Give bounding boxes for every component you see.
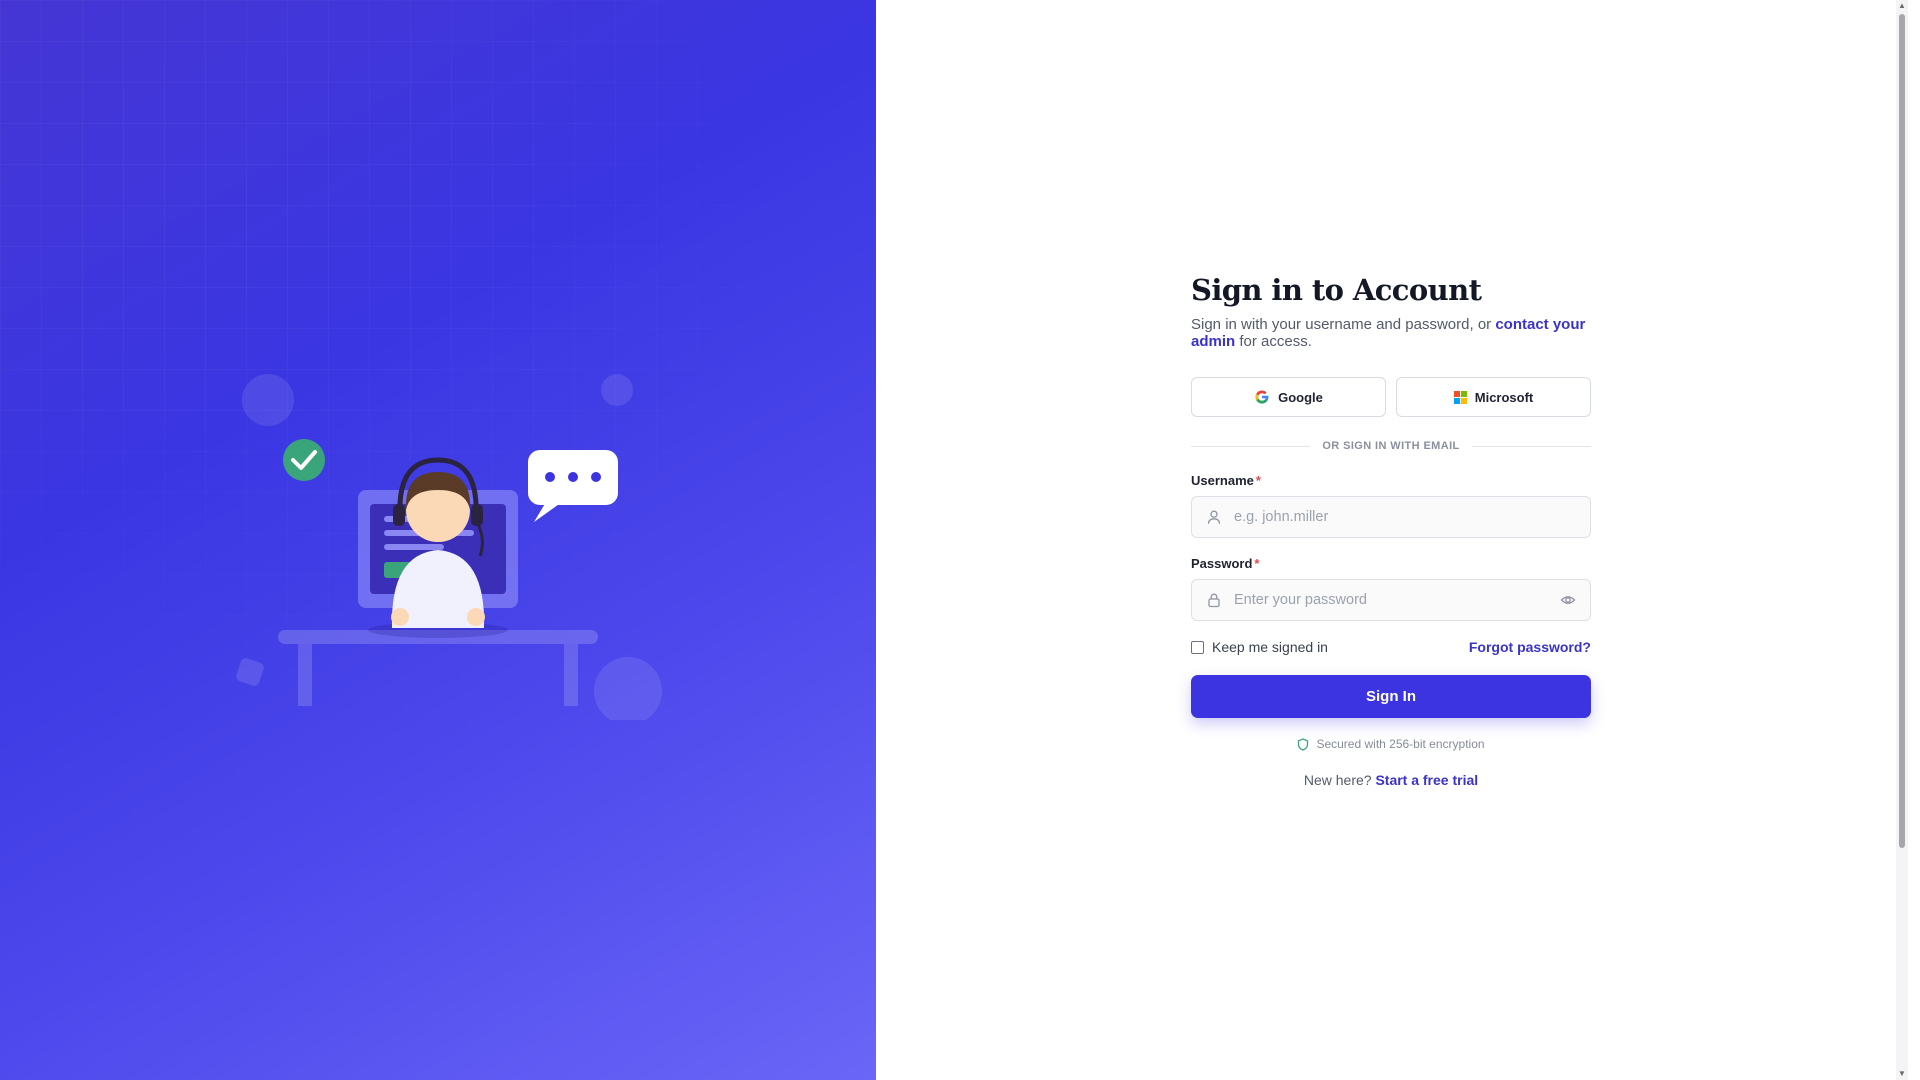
forgot-password-link[interactable]: Forgot password? bbox=[1469, 639, 1591, 655]
decor-circle bbox=[594, 657, 662, 720]
agent-hand-right bbox=[467, 608, 485, 626]
username-label-text: Username bbox=[1191, 473, 1254, 488]
username-label: Username * bbox=[1191, 473, 1591, 489]
password-field[interactable]: Enter your password bbox=[1191, 579, 1591, 621]
google-signin-button[interactable]: Google bbox=[1191, 377, 1386, 417]
password-label: Password * bbox=[1191, 556, 1591, 572]
microsoft-signin-button[interactable]: Microsoft bbox=[1396, 377, 1591, 417]
user-icon bbox=[1207, 510, 1221, 524]
desk-leg-right bbox=[564, 644, 578, 706]
screen-line bbox=[384, 544, 444, 550]
lock-icon bbox=[1208, 593, 1220, 608]
google-button-label: Google bbox=[1278, 389, 1323, 405]
page-scrollbar[interactable]: ▲ ▼ bbox=[1896, 0, 1908, 1080]
microsoft-icon bbox=[1453, 390, 1467, 404]
shield-icon bbox=[1298, 737, 1309, 751]
signin-form: Sign in to Account Sign in with your use… bbox=[1191, 270, 1591, 788]
required-mark: * bbox=[1255, 473, 1261, 488]
sign-in-button[interactable]: Sign In bbox=[1191, 675, 1591, 718]
chat-bubble-tail bbox=[534, 502, 562, 522]
microsoft-button-label: Microsoft bbox=[1474, 389, 1534, 405]
page-subtitle: Sign in with your username and password,… bbox=[1191, 316, 1591, 350]
social-login-group: Google Microsoft bbox=[1191, 377, 1591, 417]
chat-dot bbox=[591, 472, 601, 482]
remember-checkbox[interactable] bbox=[1191, 640, 1204, 654]
decor-circle bbox=[601, 374, 633, 406]
password-label-text: Password bbox=[1191, 556, 1253, 571]
signin-panel: Sign in to Account Sign in with your use… bbox=[876, 0, 1908, 1080]
signup-prompt: New here? Start a free trial bbox=[1191, 772, 1591, 788]
username-placeholder: e.g. john.miller bbox=[1234, 509, 1329, 525]
password-placeholder: Enter your password bbox=[1234, 592, 1367, 608]
security-note: Secured with 256-bit encryption bbox=[1191, 737, 1591, 751]
scrollbar-thumb[interactable] bbox=[1899, 14, 1905, 848]
subtitle-text: Sign in with your username and password,… bbox=[1191, 316, 1496, 333]
divider-text: OR SIGN IN WITH EMAIL bbox=[1322, 440, 1460, 452]
options-row: Keep me signed in Forgot password? bbox=[1191, 637, 1591, 657]
chat-dot bbox=[545, 472, 555, 482]
scroll-down-arrow-icon[interactable]: ▼ bbox=[1896, 1068, 1908, 1080]
remember-me[interactable]: Keep me signed in bbox=[1191, 639, 1328, 655]
email-divider: OR SIGN IN WITH EMAIL bbox=[1191, 437, 1591, 455]
decor-square bbox=[236, 658, 264, 686]
security-text: Secured with 256-bit encryption bbox=[1316, 737, 1485, 751]
desk-leg-left bbox=[298, 644, 312, 706]
divider-line bbox=[1471, 445, 1591, 447]
eye-icon[interactable] bbox=[1560, 592, 1576, 608]
scroll-up-arrow-icon[interactable]: ▲ bbox=[1896, 0, 1908, 12]
start-trial-link[interactable]: Start a free trial bbox=[1375, 772, 1478, 788]
remember-label[interactable]: Keep me signed in bbox=[1212, 639, 1328, 655]
decor-circle bbox=[242, 374, 294, 426]
agent-hand-left bbox=[391, 608, 409, 626]
hero-panel bbox=[0, 0, 876, 1080]
check-badge bbox=[283, 439, 325, 481]
required-mark: * bbox=[1254, 556, 1260, 571]
google-icon bbox=[1255, 390, 1269, 404]
username-field[interactable]: e.g. john.miller bbox=[1191, 496, 1591, 538]
chat-dot bbox=[568, 472, 578, 482]
headset-ear-left bbox=[393, 504, 405, 526]
divider-line bbox=[1191, 445, 1311, 447]
support-agent-illustration bbox=[236, 374, 662, 720]
subtitle-text-end: for access. bbox=[1235, 333, 1312, 350]
page-title: Sign in to Account bbox=[1191, 273, 1482, 307]
signup-prompt-text: New here? bbox=[1303, 772, 1372, 788]
